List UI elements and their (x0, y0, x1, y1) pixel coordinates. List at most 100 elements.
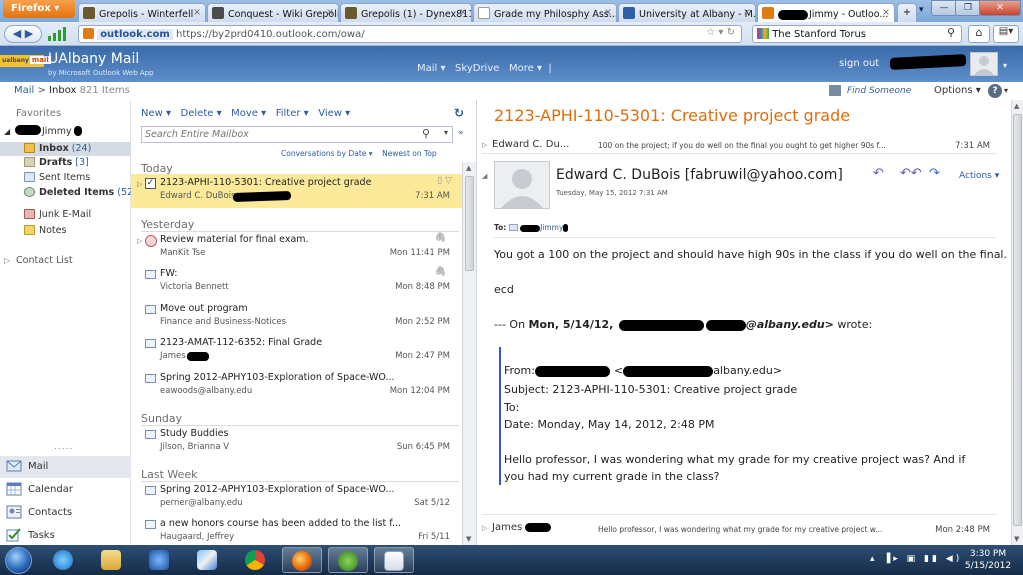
refresh-icon[interactable]: ↻ (454, 106, 464, 120)
message-row[interactable]: Study Buddies Jilson, Brianna V Sun 6:45… (131, 425, 462, 459)
folder-notes[interactable]: Notes (0, 224, 131, 238)
new-tab-button[interactable]: + (897, 3, 917, 22)
search-icon[interactable]: ⚲ (422, 127, 430, 140)
bottom-nav-contacts[interactable]: Contacts (0, 502, 131, 524)
nav-mail[interactable]: Mail (417, 63, 437, 74)
contact-list-link[interactable]: Contact List (16, 255, 73, 266)
tab-grepolis-winterfell[interactable]: Grepolis - Winterfell × (78, 3, 206, 22)
search-input[interactable] (145, 128, 415, 141)
nav-more[interactable]: More (509, 63, 534, 74)
tab-conquest-wiki[interactable]: Conquest - Wiki Grepolis × (207, 3, 339, 22)
flag-icon[interactable]: ▯ ▽ (437, 176, 452, 186)
taskbar-viewer[interactable] (374, 547, 414, 573)
sign-out-link[interactable]: sign out (839, 58, 879, 69)
options-menu[interactable]: Options ▾ (934, 85, 981, 96)
message-row[interactable]: a new honors course has been added to th… (131, 515, 462, 545)
search-engine-box[interactable]: The Stanford Torus ⚲ (752, 25, 962, 43)
to-recipient[interactable]: Jimmy (540, 223, 563, 232)
chevron-down-icon[interactable]: ▾ (1004, 86, 1008, 95)
firefox-menu-button[interactable]: Firefox ▾ (3, 0, 75, 18)
forward-icon[interactable]: ↷ (929, 166, 940, 181)
taskbar-paint[interactable] (188, 547, 228, 573)
tab-grade-philosophy[interactable]: Grade my Philosphy Ass... × (473, 3, 617, 22)
new-button[interactable]: New (141, 108, 163, 119)
filter-button[interactable]: Filter (276, 108, 301, 119)
close-window-icon[interactable]: ✕ (979, 0, 1021, 16)
url-bar[interactable]: outlook.com https://by2prd0410.outlook.c… (78, 25, 742, 43)
sort-by-button[interactable]: Conversations by Date (281, 149, 366, 158)
close-icon[interactable]: × (604, 7, 612, 18)
breadcrumb-mail[interactable]: Mail (14, 85, 34, 96)
bookmark-star-icon[interactable]: ☆ ▾ ↻ (706, 27, 735, 38)
folder-deleted-items[interactable]: Deleted Items (52) (0, 186, 137, 200)
scroll-up-icon[interactable]: ▲ (1014, 102, 1019, 110)
taskbar-spotify[interactable] (328, 547, 368, 573)
list-scrollbar[interactable]: ▲ ▼ (462, 162, 476, 545)
folder-sent-items[interactable]: Sent Items (0, 171, 131, 185)
taskbar-chrome[interactable] (236, 547, 276, 573)
close-icon[interactable]: × (459, 7, 467, 18)
actions-menu[interactable]: Actions ▾ (959, 171, 999, 181)
move-button[interactable]: Move (231, 108, 258, 119)
expand-triangle-icon[interactable]: ▷ (137, 237, 142, 245)
message-row[interactable]: Move out program Finance and Business-No… (131, 300, 462, 334)
bottom-nav-calendar[interactable]: Calendar (0, 479, 131, 501)
close-icon[interactable]: × (882, 7, 890, 18)
taskbar-explorer[interactable] (92, 547, 132, 573)
expand-triangle-icon[interactable]: ▷ (4, 256, 10, 265)
collapse-triangle-icon[interactable]: ◢ (482, 172, 487, 180)
scroll-up-icon[interactable]: ▲ (466, 164, 471, 172)
reply-icon[interactable]: ↶ (873, 166, 884, 181)
delete-button[interactable]: Delete (181, 108, 214, 119)
start-button[interactable] (5, 547, 32, 574)
scroll-down-icon[interactable]: ▼ (1014, 535, 1019, 543)
expand-triangle-icon[interactable]: ▷ (482, 524, 487, 532)
thread-item-from[interactable]: Edward C. Du... (492, 139, 569, 150)
bottom-nav-tasks[interactable]: Tasks (0, 525, 131, 547)
expand-triangle-icon[interactable]: ▷ (482, 141, 487, 149)
taskbar-media-player[interactable] (140, 547, 180, 573)
system-tray-icons[interactable]: ▴ ▐▸ ▣ ▮▮ ◀) (870, 554, 962, 564)
expand-triangle-icon[interactable]: ▷ (137, 180, 142, 188)
minimize-icon[interactable]: — (931, 0, 957, 16)
bottom-nav-mail[interactable]: Mail (0, 456, 131, 478)
chevron-down-icon[interactable]: ▾ (444, 128, 448, 137)
tab-university-albany[interactable]: University at Albany - M... × (618, 3, 756, 22)
system-clock[interactable]: 3:30 PM 5/15/2012 (958, 548, 1018, 572)
avatar[interactable] (970, 52, 998, 76)
message-row[interactable]: Spring 2012-APHY103-Exploration of Space… (131, 369, 462, 403)
close-icon[interactable]: × (326, 7, 334, 18)
scrollbar-thumb[interactable] (1013, 114, 1022, 526)
home-icon[interactable]: ⌂ (968, 25, 990, 43)
scrollbar-thumb[interactable] (465, 176, 474, 271)
message-row[interactable]: Spring 2012-APHY103-Exploration of Space… (131, 481, 462, 515)
pane-resize-handle[interactable]: ..... (54, 442, 73, 452)
collapse-pane-icon[interactable]: » (458, 128, 464, 138)
checkbox[interactable]: ✓ (145, 178, 156, 189)
reading-scrollbar[interactable]: ▲ ▼ (1011, 100, 1023, 545)
tab-outlook[interactable]: Jimmy - Outloo... × (757, 3, 895, 22)
search-icon[interactable]: ⚲ (947, 26, 955, 39)
message-row[interactable]: FW: Victoria Bennett Mon 8:48 PM 🖇 (131, 265, 462, 299)
collapse-triangle-icon[interactable]: ◢ (4, 127, 10, 136)
find-someone-link[interactable]: Find Someone (847, 86, 911, 96)
scroll-down-icon[interactable]: ▼ (466, 535, 471, 543)
folder-drafts[interactable]: Drafts [3] (0, 156, 131, 170)
back-forward-button[interactable]: ◀ ▶ (4, 25, 42, 43)
chevron-down-icon[interactable]: ▾ (1003, 61, 1007, 70)
thread-item-from-wrap[interactable]: James (492, 522, 552, 533)
sender-name[interactable]: Edward C. DuBois [fabruwil@yahoo.com] (556, 167, 843, 183)
folder-junk-email[interactable]: Junk E-Mail (0, 208, 131, 222)
tab-grepolis-dynex[interactable]: Grepolis (1) - Dynex811's...× (340, 3, 472, 22)
message-row[interactable]: ▷ ✓ 2123-APHI-110-5301: Creative project… (131, 174, 462, 208)
taskbar-ie[interactable] (44, 547, 84, 573)
menu-icon[interactable]: ▤▾ (993, 25, 1019, 43)
reply-all-icon[interactable]: ↶↶ (900, 166, 922, 181)
view-button[interactable]: View (318, 108, 342, 119)
folder-inbox[interactable]: Inbox (24) (0, 142, 131, 156)
close-icon[interactable]: × (743, 7, 751, 18)
help-icon[interactable]: ? (988, 84, 1002, 98)
restore-icon[interactable]: ❐ (955, 0, 981, 16)
close-icon[interactable]: × (193, 7, 201, 18)
sort-order-button[interactable]: Newest on Top (382, 149, 437, 158)
